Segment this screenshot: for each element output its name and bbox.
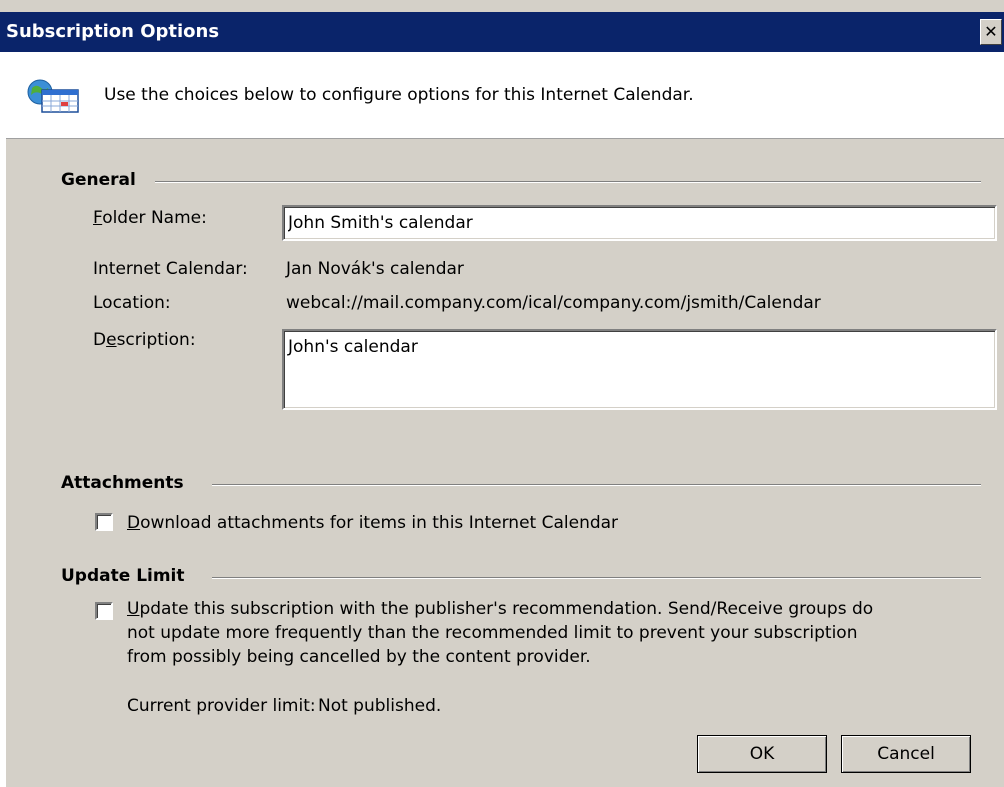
left-edge-divider [0,138,6,787]
ok-button[interactable]: OK [697,735,827,773]
close-icon: ✕ [984,22,998,41]
header-description: Use the choices below to configure optio… [104,85,694,105]
subscription-options-dialog: Subscription Options ✕ Use the choices b… [0,0,1004,787]
update-limit-section-heading: Update Limit [61,566,185,586]
internet-calendar-value: Jan Novák's calendar [286,259,464,279]
folder-name-input[interactable] [282,205,997,241]
internet-calendar-label: Internet Calendar: [93,259,248,279]
attachments-section-heading: Attachments [61,473,184,493]
attachments-section-rule [212,484,981,486]
window-title: Subscription Options [6,21,220,42]
provider-limit-label: Current provider limit: [127,696,316,716]
location-label: Location: [93,293,171,313]
cancel-button[interactable]: Cancel [841,735,971,773]
update-subscription-checkbox[interactable] [95,602,113,620]
update-limit-section-rule [212,577,981,579]
download-attachments-checkbox[interactable] [95,513,113,531]
general-section-heading: General [61,170,136,190]
folder-name-label: Folder Name: [93,208,207,228]
download-attachments-label[interactable]: Download attachments for items in this I… [127,511,618,535]
title-bar[interactable]: Subscription Options ✕ [0,12,1004,52]
internet-calendar-icon [27,79,79,113]
provider-limit-value: Not published. [318,696,442,716]
description-label: Description: [93,330,196,350]
close-button[interactable]: ✕ [980,19,1002,45]
dialog-header: Use the choices below to configure optio… [0,52,1004,139]
general-section-rule [155,181,981,183]
description-textarea[interactable]: John's calendar [282,329,997,410]
location-value: webcal://mail.company.com/ical/company.c… [286,293,821,313]
update-subscription-label[interactable]: Update this subscription with the publis… [127,597,987,669]
